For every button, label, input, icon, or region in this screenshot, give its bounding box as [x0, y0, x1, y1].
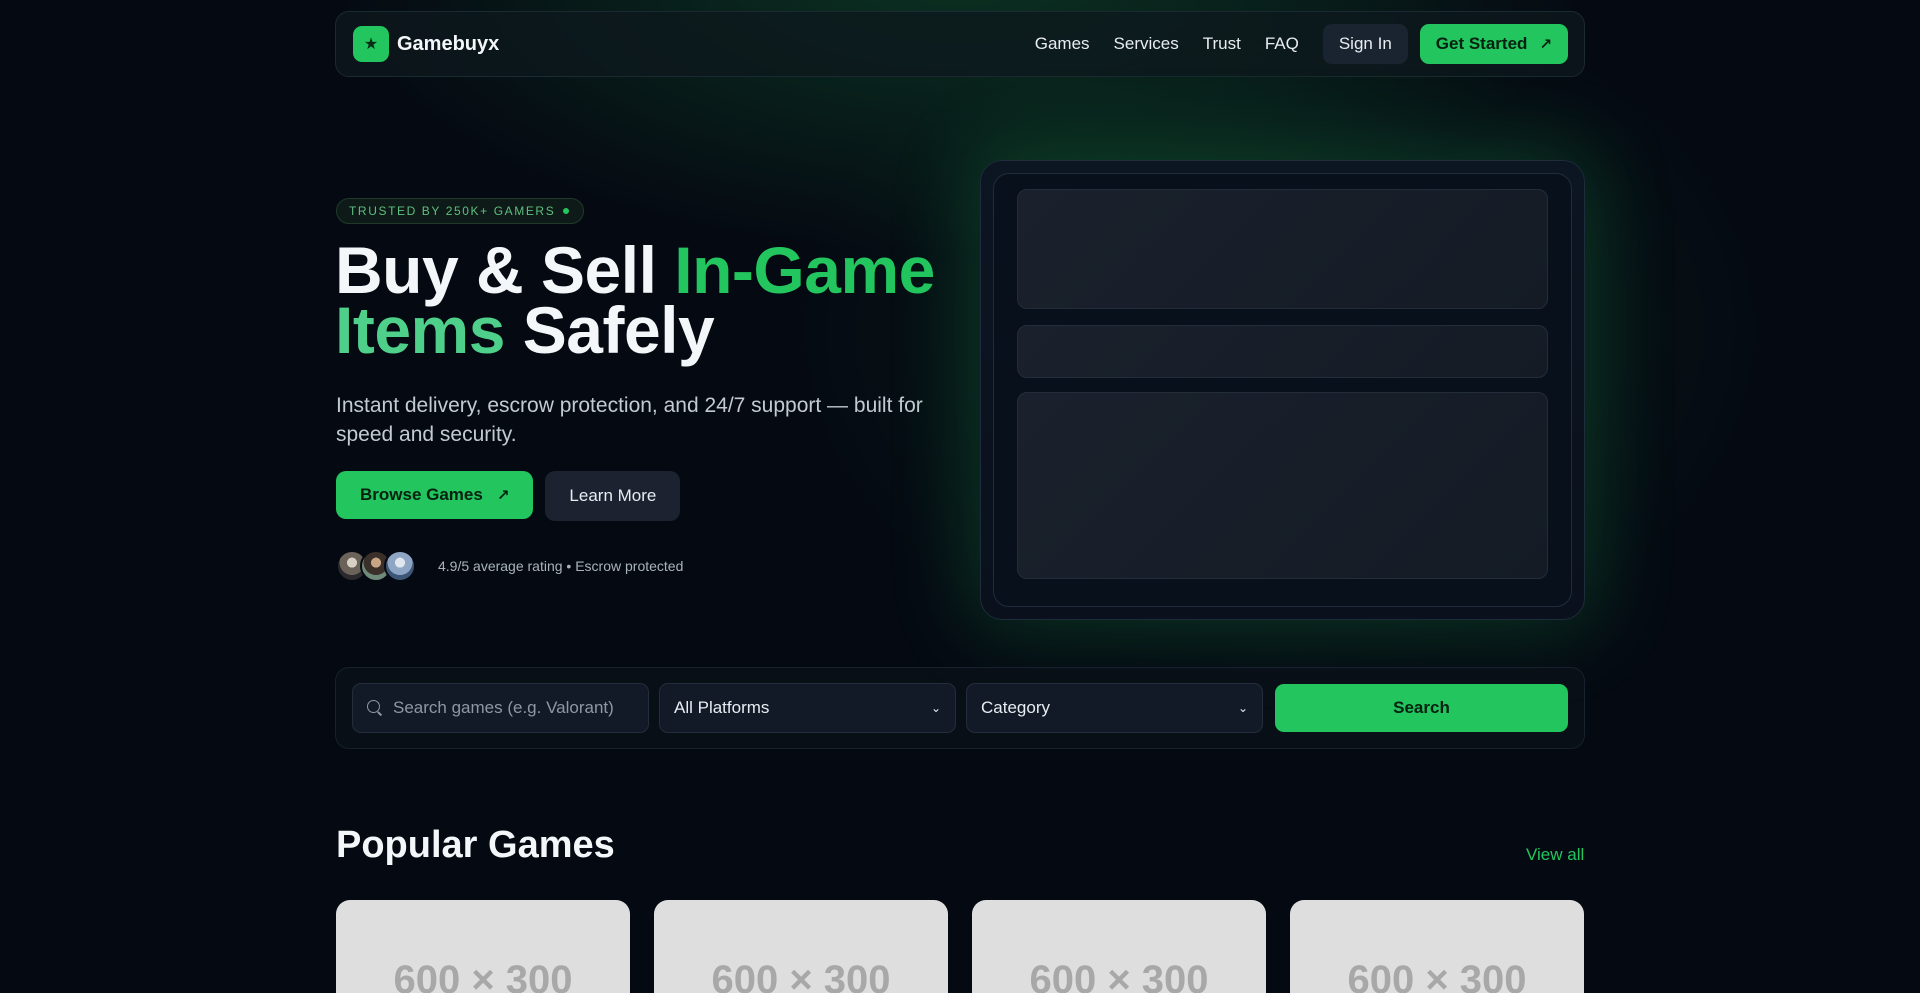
category-selected-value: Category	[981, 698, 1050, 717]
hero-mockup-screen	[993, 173, 1572, 607]
game-card-placeholder: 600 × 300	[711, 958, 891, 993]
top-navbar: ★ Gamebuyx Games Services Trust FAQ Sign…	[335, 11, 1585, 77]
nav-link-services[interactable]: Services	[1114, 34, 1179, 54]
game-card-placeholder: 600 × 300	[393, 958, 573, 993]
hero-subtitle: Instant delivery, escrow protection, and…	[336, 394, 923, 446]
sign-in-label: Sign In	[1338, 34, 1392, 53]
hero-actions: Browse Games ↗ Learn More	[336, 471, 681, 521]
arrow-up-right-icon: ↗	[1539, 36, 1552, 53]
search-panel: Search games (e.g. Valorant) All Platfor…	[335, 667, 1585, 749]
chevron-down-icon: ⌄	[1237, 701, 1248, 715]
view-all-link[interactable]: View all	[1526, 845, 1584, 865]
platform-select[interactable]: All Platforms ⌄	[659, 683, 956, 733]
game-card[interactable]: 600 × 300	[972, 900, 1266, 993]
status-dot-icon	[563, 208, 570, 214]
learn-more-label: Learn More	[569, 486, 657, 505]
popular-games-title: Popular Games	[336, 824, 615, 866]
game-card-list: 600 × 300 600 × 300 600 × 300 600 × 300	[336, 900, 1584, 993]
avatar	[384, 550, 416, 582]
game-card[interactable]: 600 × 300	[336, 900, 630, 993]
trust-badge: TRUSTED BY 250K+ GAMERS	[336, 198, 585, 224]
nav-link-faq[interactable]: FAQ	[1265, 34, 1299, 54]
social-proof: 4.9/5 average rating • Escrow protected	[336, 550, 683, 582]
skeleton-block	[1017, 392, 1548, 579]
search-input[interactable]: Search games (e.g. Valorant)	[352, 683, 649, 733]
star-logo-icon: ★	[353, 26, 389, 62]
game-card[interactable]: 600 × 300	[1290, 900, 1584, 993]
search-button-label: Search	[1393, 698, 1450, 717]
chevron-down-icon: ⌄	[930, 701, 941, 715]
brand-name: Gamebuyx	[397, 32, 500, 55]
hero-headline: Buy & Sell In-Game Items Safely	[335, 237, 935, 363]
trust-badge-label: TRUSTED BY 250K+ GAMERS	[349, 204, 556, 218]
browse-games-label: Browse Games	[360, 485, 483, 504]
game-card-placeholder: 600 × 300	[1347, 958, 1527, 993]
browse-games-button[interactable]: Browse Games ↗	[336, 471, 534, 519]
game-card[interactable]: 600 × 300	[654, 900, 948, 993]
hero-mockup-frame	[980, 160, 1585, 620]
game-card-placeholder: 600 × 300	[1029, 958, 1209, 993]
nav-link-games[interactable]: Games	[1035, 34, 1090, 54]
get-started-label: Get Started	[1435, 34, 1528, 53]
headline-part4: Safely	[504, 293, 715, 367]
search-button[interactable]: Search	[1275, 684, 1568, 732]
skeleton-block	[1017, 189, 1548, 309]
search-placeholder: Search games (e.g. Valorant)	[393, 698, 614, 717]
rating-text: 4.9/5 average rating • Escrow protected	[438, 558, 684, 574]
nav-links: Games Services Trust FAQ Sign In Get Sta…	[1035, 24, 1568, 64]
nav-link-trust[interactable]: Trust	[1203, 34, 1241, 54]
skeleton-block	[1017, 325, 1548, 378]
avatar-stack	[336, 550, 416, 582]
learn-more-button[interactable]: Learn More	[545, 471, 681, 521]
search-icon	[367, 700, 383, 716]
brand[interactable]: ★ Gamebuyx	[353, 26, 499, 62]
get-started-button[interactable]: Get Started ↗	[1419, 24, 1568, 64]
sign-in-button[interactable]: Sign In	[1322, 24, 1408, 64]
headline-highlight-2: Items	[335, 293, 505, 367]
platform-selected-value: All Platforms	[674, 698, 770, 717]
category-select[interactable]: Category ⌄	[966, 683, 1263, 733]
arrow-up-right-icon: ↗	[496, 487, 510, 504]
